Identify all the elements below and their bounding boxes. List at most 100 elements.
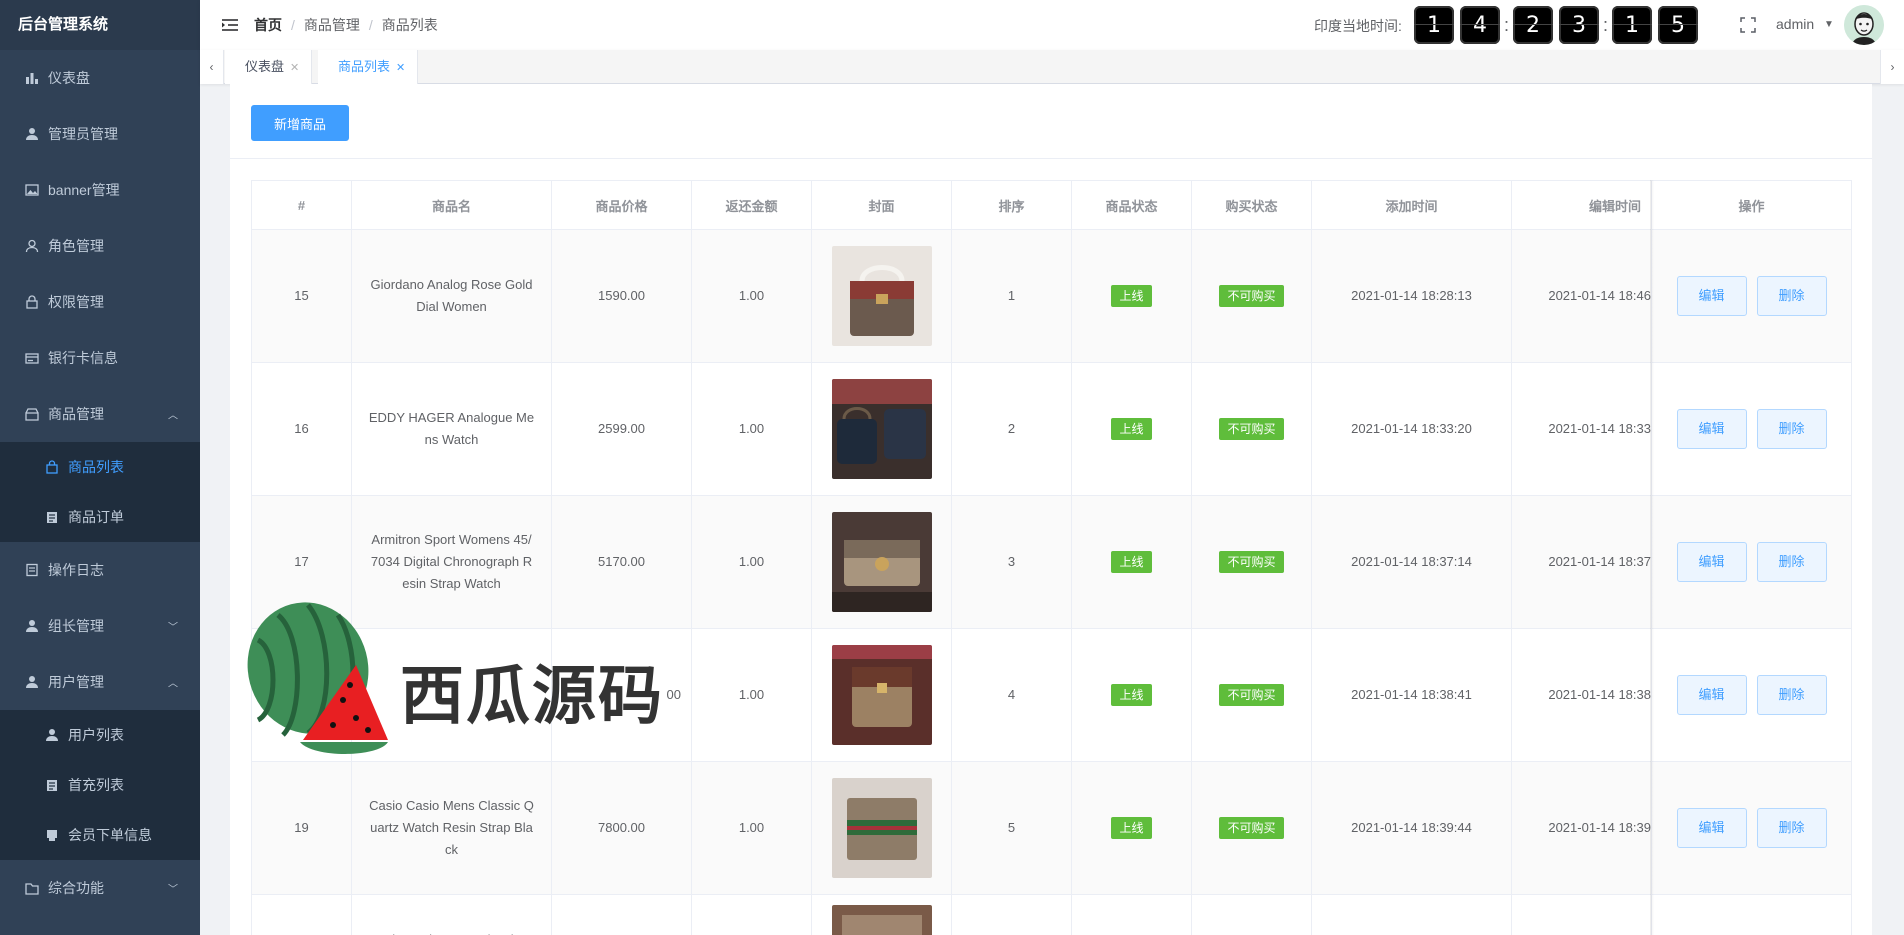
edit-button[interactable]: 编辑 <box>1676 276 1747 316</box>
edit-button[interactable]: 编辑 <box>1676 675 1747 715</box>
delete-button[interactable]: 删除 <box>1756 542 1827 582</box>
cell-actions: 编辑 删除 <box>1652 762 1852 894</box>
delete-button[interactable]: 删除 <box>1756 675 1827 715</box>
cell-buy-status: 不可购买 <box>1192 230 1312 362</box>
sidebar-item-label: banner管理 <box>48 182 120 198</box>
sidebar-item-product-orders[interactable]: 商品订单 <box>0 492 200 542</box>
sidebar-item-logs[interactable]: 操作日志 <box>0 542 200 598</box>
sidebar-item-label: 商品订单 <box>68 509 124 525</box>
sidebar-item-admins[interactable]: 管理员管理 <box>0 106 200 162</box>
add-product-button[interactable]: 新增商品 <box>251 105 349 141</box>
sidebar-item-team-leaders[interactable]: 组长管理 ﹀ <box>0 598 200 654</box>
sidebar-item-users[interactable]: 用户管理 ︿ <box>0 654 200 710</box>
column-header: 商品价格 <box>552 181 692 229</box>
edit-button[interactable]: 编辑 <box>1676 409 1747 449</box>
buy-status-badge: 不可购买 <box>1219 418 1284 440</box>
column-header: 添加时间 <box>1312 181 1512 229</box>
product-cover-image[interactable] <box>831 645 932 745</box>
clock-digit: 5 <box>1658 6 1699 44</box>
bag-icon <box>44 459 60 475</box>
chevron-up-icon: ︿ <box>168 678 178 690</box>
chevron-down-icon: ﹀ <box>168 884 178 896</box>
product-cover-image[interactable] <box>831 778 932 878</box>
top-navbar: 首页 / 商品管理 / 商品列表 印度当地时间: 1 4 : 2 3 : 1 5… <box>200 0 1904 50</box>
chevron-left-icon[interactable]: ‹ <box>200 50 224 84</box>
sidebar-item-permissions[interactable]: 权限管理 <box>0 274 200 330</box>
breadcrumb-home[interactable]: 首页 <box>254 15 282 35</box>
caret-down-icon[interactable]: ▼ <box>1824 19 1834 30</box>
submenu-users: 用户列表 首充列表 会员下单信息 <box>0 710 200 860</box>
edit-button[interactable]: 编辑 <box>1676 542 1747 582</box>
watermark-text: 西瓜源码 <box>400 660 664 734</box>
sidebar-item-member-orders[interactable]: 会员下单信息 <box>0 810 200 860</box>
status-badge: 上线 <box>1111 684 1152 706</box>
product-cover-image[interactable] <box>831 246 932 346</box>
status-badge: 上线 <box>1111 551 1152 573</box>
cell-id: 16 <box>252 363 352 495</box>
column-header: 编辑时间 <box>1512 181 1652 229</box>
delete-button[interactable]: 删除 <box>1756 808 1827 848</box>
cell-price <box>552 895 692 935</box>
close-icon[interactable]: ✕ <box>396 62 405 74</box>
sidebar-item-first-recharge[interactable]: 首充列表 <box>0 760 200 810</box>
sidebar-item-general[interactable]: 综合功能 ﹀ <box>0 860 200 916</box>
tag-label: 商品列表 <box>338 59 391 74</box>
sidebar-item-label: 首充列表 <box>68 777 124 793</box>
clock-digit: 2 <box>1513 6 1554 44</box>
sidebar-item-label: 银行卡信息 <box>48 350 118 366</box>
column-header: 购买状态 <box>1192 181 1312 229</box>
sidebar-item-products[interactable]: 商品管理 ︿ <box>0 386 200 442</box>
cell-rebate: 1.00 <box>692 363 812 495</box>
cell-sort: 2 <box>952 363 1072 495</box>
buy-status-badge: 不可购买 <box>1219 551 1284 573</box>
sidebar-item-dashboard[interactable]: 仪表盘 <box>0 50 200 106</box>
table-header: # 商品名 商品价格 返还金额 封面 排序 商品状态 购买状态 添加时间 编辑时… <box>252 181 1852 230</box>
cell-sort <box>952 895 1072 935</box>
close-icon[interactable]: ✕ <box>290 62 299 74</box>
sidebar-item-label: 商品管理 <box>48 406 104 422</box>
sidebar-item-banner[interactable]: banner管理 <box>0 162 200 218</box>
cell-status: 上线 <box>1072 762 1192 894</box>
cell-cover <box>812 895 952 935</box>
cell-id <box>252 895 352 935</box>
product-cover-image[interactable] <box>831 379 932 479</box>
edit-button[interactable]: 编辑 <box>1676 808 1747 848</box>
folder-icon <box>24 880 40 896</box>
cell-buy-status: 不可购买 <box>1192 762 1312 894</box>
tag-dashboard[interactable]: 仪表盘 ✕ <box>225 50 313 84</box>
sidebar-item-roles[interactable]: 角色管理 <box>0 218 200 274</box>
delete-button[interactable]: 删除 <box>1756 409 1827 449</box>
sidebar-item-product-list[interactable]: 商品列表 <box>0 442 200 492</box>
status-badge: 上线 <box>1111 285 1152 307</box>
cell-name: Giordano Analog Rose Gold Dial Women <box>352 230 552 362</box>
clock-digit: 4 <box>1460 6 1500 44</box>
column-header: 返还金额 <box>692 181 812 229</box>
log-icon <box>24 562 40 578</box>
breadcrumb-separator: / <box>291 17 295 33</box>
sidebar-item-user-list[interactable]: 用户列表 <box>0 710 200 760</box>
clock-digit: 3 <box>1559 6 1600 44</box>
tags-view: ‹ 仪表盘 ✕ 商品列表 ✕ › <box>200 50 1904 84</box>
cell-sort: 4 <box>952 629 1072 761</box>
sidebar-item-bank-cards[interactable]: 银行卡信息 <box>0 330 200 386</box>
chevron-right-icon[interactable]: › <box>1880 50 1904 84</box>
tag-product-list[interactable]: 商品列表 ✕ <box>318 50 419 84</box>
clock-digit: 1 <box>1612 6 1653 44</box>
cell-actions: 编辑 删除 <box>1652 629 1852 761</box>
cell-price: 1590.00 <box>552 230 692 362</box>
user-solid-icon <box>44 727 60 743</box>
status-badge: 上线 <box>1111 817 1152 839</box>
avatar[interactable] <box>1844 5 1884 45</box>
user-solid-icon <box>24 618 40 634</box>
user-outline-icon <box>24 238 40 254</box>
breadcrumb-separator: / <box>368 17 373 33</box>
bar-chart-icon <box>24 70 40 86</box>
cell-cover <box>812 363 952 495</box>
breadcrumb-product-list: 商品列表 <box>381 17 438 33</box>
product-cover-image[interactable] <box>831 905 932 935</box>
hamburger-icon[interactable] <box>220 15 240 35</box>
fullscreen-icon[interactable] <box>1740 17 1756 33</box>
product-cover-image[interactable] <box>831 512 932 612</box>
user-name[interactable]: admin <box>1776 16 1814 32</box>
delete-button[interactable]: 删除 <box>1756 276 1827 316</box>
